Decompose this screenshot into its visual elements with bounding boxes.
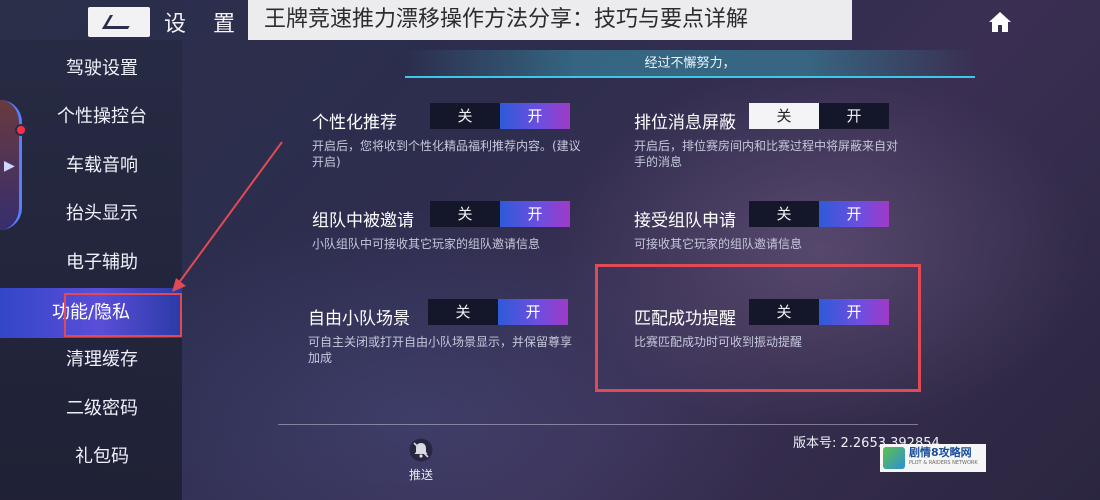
setting-description: 开启后，您将收到个性化精品福利推荐内容。(建议开启) [312, 139, 581, 169]
sidebar-item-password[interactable]: 二级密码 [22, 391, 182, 427]
push-label: 推送 [409, 468, 434, 482]
match-alert-highlight-box [595, 264, 921, 392]
site-logo-icon [883, 447, 905, 469]
site-watermark: 剧情8攻略网 PLOT & RAIDERS NETWORK [880, 444, 986, 472]
promo-banner: 经过不懈努力， [405, 50, 975, 78]
sidebar-item-console[interactable]: 个性操控台 [22, 99, 182, 135]
team-invite-toggle[interactable]: 关 开 [430, 201, 570, 227]
toggle-on-option[interactable]: 开 [500, 201, 570, 227]
watermark-main-text: 剧情8攻略网 [909, 446, 972, 459]
sidebar-item-assist[interactable]: 电子辅助 [22, 245, 182, 281]
setting-label: 接受组队申请 [634, 211, 736, 231]
toggle-off-option[interactable]: 关 [749, 103, 819, 129]
top-bar: 设 置 王牌竞速推力漂移操作方法分享：技巧与要点详解 [0, 0, 1100, 44]
setting-label: 组队中被邀请 [312, 211, 414, 231]
toggle-off-option[interactable]: 关 [430, 103, 500, 129]
page-title: 设 置 [164, 12, 245, 37]
setting-label: 自由小队场景 [308, 309, 410, 329]
free-squad-scene-toggle[interactable]: 关 开 [428, 299, 568, 325]
setting-description: 开启后，排位赛房间内和比赛过程中将屏蔽来自对手的消息 [634, 139, 899, 169]
setting-label: 个性化推荐 [312, 113, 397, 133]
accept-team-request-toggle[interactable]: 关 开 [749, 201, 889, 227]
back-button[interactable] [88, 7, 150, 37]
back-arrow-icon [101, 15, 137, 29]
sidebar-item-giftcode[interactable]: 礼包码 [22, 439, 182, 475]
ranked-message-block-toggle[interactable]: 关 开 [749, 103, 889, 129]
sidebar-decoration: ▶ [0, 100, 27, 230]
watermark-sub-text: PLOT & RAIDERS NETWORK [909, 460, 978, 466]
sidebar-item-audio[interactable]: 车载音响 [22, 148, 182, 184]
setting-label: 排位消息屏蔽 [634, 113, 736, 133]
toggle-off-option[interactable]: 关 [430, 201, 500, 227]
home-icon[interactable] [988, 11, 1012, 33]
privacy-highlight-box [64, 293, 182, 337]
setting-description: 小队组队中可接收其它玩家的组队邀请信息 [312, 237, 541, 251]
expand-arrow-icon[interactable]: ▶ [4, 158, 15, 174]
toggle-off-option[interactable]: 关 [428, 299, 498, 325]
sidebar-item-hud[interactable]: 抬头显示 [22, 196, 182, 232]
setting-description: 可自主关闭或打开自由小队场景显示，并保留尊享加成 [308, 335, 573, 365]
toggle-on-option[interactable]: 开 [819, 103, 889, 129]
personalized-recommend-toggle[interactable]: 关 开 [430, 103, 570, 129]
toggle-off-option[interactable]: 关 [749, 201, 819, 227]
bell-muted-icon[interactable] [408, 438, 434, 462]
setting-description: 可接收其它玩家的组队邀请信息 [634, 237, 803, 251]
article-title-banner: 王牌竞速推力漂移操作方法分享：技巧与要点详解 [248, 0, 852, 40]
footer-divider [278, 424, 918, 425]
sidebar-item-driving[interactable]: 驾驶设置 [22, 51, 182, 87]
sidebar-item-cache[interactable]: 清理缓存 [22, 342, 182, 378]
toggle-on-option[interactable]: 开 [500, 103, 570, 129]
toggle-on-option[interactable]: 开 [819, 201, 889, 227]
toggle-on-option[interactable]: 开 [498, 299, 568, 325]
